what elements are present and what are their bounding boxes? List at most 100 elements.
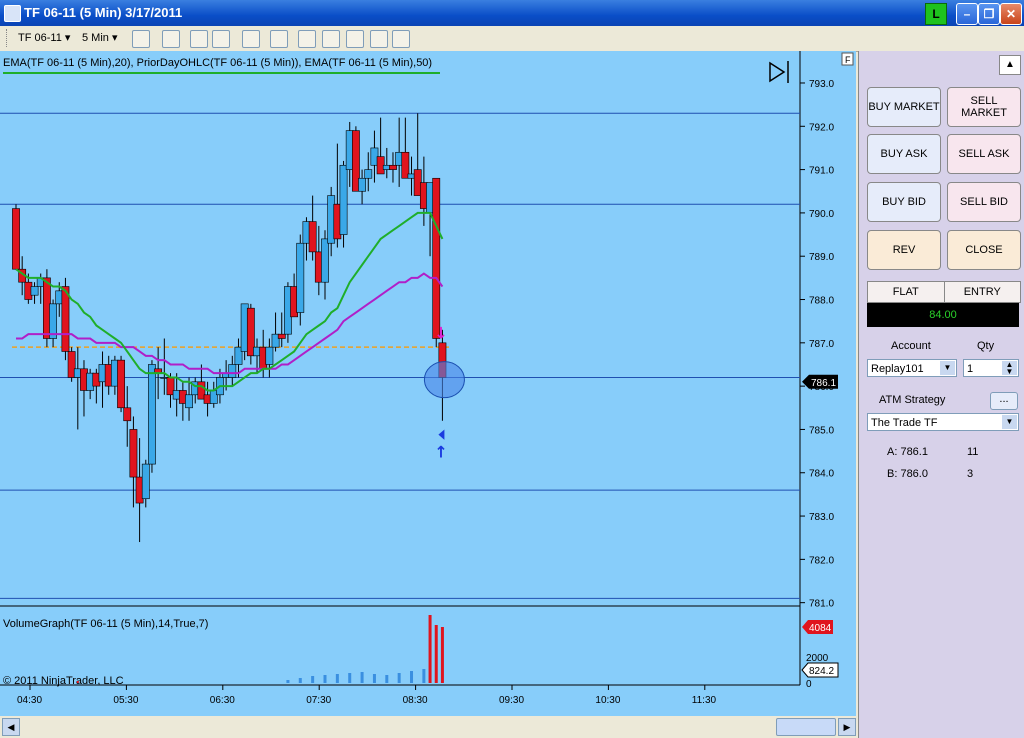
- minimize-button[interactable]: –: [956, 3, 978, 25]
- x-tick-label: 05:30: [113, 695, 138, 706]
- buy-bid-button[interactable]: BUY BID: [867, 182, 941, 222]
- candle-body: [364, 169, 373, 179]
- toolbar-grip: [6, 29, 13, 47]
- pencil-icon[interactable]: [162, 30, 180, 48]
- collapse-panel-button[interactable]: ▲: [999, 55, 1021, 75]
- stepper-down-icon[interactable]: ▼: [1002, 368, 1017, 376]
- candle-style-icon[interactable]: [298, 30, 316, 48]
- interval-selector[interactable]: 5 Min ▾: [82, 29, 117, 47]
- connection-status-badge[interactable]: L: [925, 3, 947, 25]
- chart-area[interactable]: F 793.0 792.0 791.0 790.0 789.0 788.0 787.0 786.…: [0, 51, 856, 720]
- y-tick-label: 785.0: [809, 425, 834, 436]
- chart-scrollbar[interactable]: ◀ ▶: [0, 716, 856, 736]
- x-tick-label: 08:30: [403, 695, 428, 706]
- bid-size-label: 3: [967, 468, 974, 480]
- chevron-down-icon: ▼: [940, 361, 955, 375]
- volume-bar: [286, 680, 290, 683]
- candle-body: [389, 164, 397, 170]
- atm-strategy-label: ATM Strategy: [879, 394, 946, 406]
- current-price-label: 786.1: [811, 378, 836, 389]
- bid-price-label: B: 786.0: [887, 468, 928, 480]
- exit-marker-icon: [438, 429, 445, 440]
- scroll-right-button[interactable]: ▶: [838, 718, 856, 736]
- volume-bar: [372, 674, 376, 683]
- close-position-button[interactable]: CLOSE: [947, 230, 1021, 270]
- pin-icon[interactable]: [190, 30, 208, 48]
- y-tick-label: 787.0: [809, 339, 834, 350]
- x-tick-label: 11:30: [692, 695, 717, 706]
- buy-ask-button[interactable]: BUY ASK: [867, 134, 941, 174]
- instrument-selector[interactable]: TF 06-11 ▾: [18, 29, 70, 47]
- ask-price-label: A: 786.1: [887, 446, 928, 458]
- volume-bar: [360, 672, 364, 683]
- y-tick-label: 782.0: [809, 555, 834, 566]
- data-box-icon[interactable]: [322, 30, 340, 48]
- volume-avg-label: 824.2: [809, 666, 834, 677]
- candle-body: [185, 394, 193, 409]
- x-tick-label: 06:30: [210, 695, 235, 706]
- copyright-label: © 2011 NinjaTrader, LLC: [3, 675, 124, 687]
- bar-type-icon[interactable]: [132, 30, 150, 48]
- y-tick-label: 789.0: [809, 252, 834, 263]
- volume-bar: [410, 671, 414, 683]
- buy-exit-arrow-icon: ↑: [434, 443, 447, 462]
- volume-bar: [348, 673, 352, 683]
- volume-spike-bar: [428, 615, 432, 683]
- properties-icon[interactable]: [346, 30, 364, 48]
- cursor-icon[interactable]: [242, 30, 260, 48]
- candle-body: [358, 177, 366, 192]
- go-to-end-icon: [769, 61, 786, 83]
- candle-body: [61, 286, 70, 352]
- print-icon[interactable]: [392, 30, 410, 48]
- zoom-icon[interactable]: [270, 30, 288, 48]
- account-select[interactable]: Replay101 ▼: [867, 359, 957, 377]
- entry-label: ENTRY: [963, 286, 1001, 298]
- candle-body: [129, 429, 138, 478]
- atm-settings-button[interactable]: ...: [990, 392, 1018, 410]
- candle-body: [432, 177, 441, 339]
- sell-market-button[interactable]: SELL MARKET: [947, 87, 1021, 127]
- candle-body: [296, 242, 305, 313]
- position-highlight-circle: [423, 361, 465, 399]
- window-title: TF 06-11 (5 Min) 3/17/2011: [24, 5, 183, 20]
- x-tick-label: 09:30: [499, 695, 524, 706]
- account-value: Replay101: [871, 363, 924, 375]
- volume-tag-label: 4084: [809, 623, 832, 634]
- price-chart[interactable]: F 793.0 792.0 791.0 790.0 789.0 788.0 787.0 786.…: [0, 51, 856, 716]
- interval-label: 5 Min: [82, 32, 109, 44]
- f-label: F: [845, 55, 851, 65]
- y-tick-label: 791.0: [809, 166, 834, 177]
- atm-strategy-value: The Trade TF: [871, 417, 938, 429]
- position-header: FLAT ENTRY: [867, 281, 1021, 303]
- volume-tick-label: 0: [806, 679, 812, 690]
- qty-value: 1: [967, 363, 974, 375]
- sell-bid-button[interactable]: SELL BID: [947, 182, 1021, 222]
- y-tick-label: 793.0: [809, 79, 834, 90]
- atm-strategy-select[interactable]: The Trade TF ▼: [867, 413, 1019, 431]
- templates-icon[interactable]: [370, 30, 388, 48]
- candle-body: [228, 364, 237, 378]
- candle-body: [30, 286, 39, 296]
- reverse-button[interactable]: REV: [867, 230, 941, 270]
- volume-indicator-label: VolumeGraph(TF 06-11 (5 Min),14,True,7): [3, 618, 208, 630]
- close-window-button[interactable]: ✕: [1000, 3, 1022, 25]
- scroll-thumb[interactable]: [776, 718, 836, 736]
- title-bar: TF 06-11 (5 Min) 3/17/2011 L – ❐ ✕: [0, 0, 1024, 26]
- candle-body: [339, 164, 348, 235]
- ask-size-label: 11: [967, 446, 979, 458]
- maximize-button[interactable]: ❐: [978, 3, 1000, 25]
- y-tick-label: 783.0: [809, 512, 834, 523]
- candle-body: [308, 221, 317, 253]
- pin-alt-icon[interactable]: [212, 30, 230, 48]
- volume-bar: [76, 681, 79, 683]
- qty-stepper[interactable]: 1 ▲ ▼: [963, 359, 1019, 377]
- scroll-left-button[interactable]: ◀: [2, 718, 20, 736]
- y-tick-label: 788.0: [809, 296, 834, 307]
- candle-body: [265, 346, 274, 365]
- buy-market-button[interactable]: BUY MARKET: [867, 87, 941, 127]
- volume-bar: [298, 678, 302, 683]
- volume-bar: [311, 676, 315, 683]
- x-tick-label: 04:30: [17, 695, 42, 706]
- sell-ask-button[interactable]: SELL ASK: [947, 134, 1021, 174]
- candle-body: [117, 359, 125, 409]
